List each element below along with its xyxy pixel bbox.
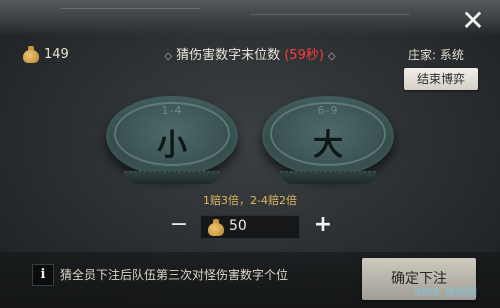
plate-label-big: 大 (313, 128, 343, 163)
dialog-title: ◇ 猜伤害数字末位数 (59秒) ◇ (150, 44, 350, 64)
plate-range: 1-4 (161, 104, 183, 117)
money-bag-icon (22, 45, 40, 63)
title-text: 猜伤害数字末位数 (176, 48, 281, 63)
diamond-icon: ◇ (327, 51, 336, 62)
watermark-logo: 9ME 游戏网 (414, 286, 477, 299)
dialog-header-decoration (0, 0, 500, 36)
money-bag-icon (207, 218, 225, 236)
bet-amount-value: 50 (229, 218, 247, 234)
currency-balance: 149 (22, 44, 69, 64)
diamond-icon: ◇ (164, 51, 173, 62)
info-icon[interactable]: i (32, 264, 54, 286)
plate-label-small: 小 (157, 128, 187, 163)
increase-bet-button[interactable]: + (310, 214, 336, 238)
close-icon: ✕ (461, 4, 485, 37)
odds-text: 1赔3倍，2-4赔2倍 (203, 194, 297, 207)
plate-range: 6-9 (317, 104, 339, 117)
close-button[interactable]: ✕ (456, 4, 490, 38)
bet-amount-field[interactable]: 50 (200, 215, 300, 239)
plate-base (124, 171, 220, 184)
dealer-label: 庄家: 系统 (408, 48, 464, 62)
decrease-bet-button[interactable]: − (166, 214, 192, 238)
end-game-button[interactable]: 结束博弈 (404, 68, 478, 90)
countdown-timer: (59秒) (284, 48, 324, 63)
currency-amount: 149 (44, 46, 69, 62)
bet-amount-stepper: − 50 + (166, 214, 336, 239)
plate-base (280, 171, 376, 184)
rules-description: 猜全员下注后队伍第三次对怪伤害数字个位 (60, 268, 289, 282)
bet-plate-big[interactable]: 6-9 大 (262, 96, 394, 184)
bet-plate-small[interactable]: 1-4 小 (106, 96, 238, 184)
